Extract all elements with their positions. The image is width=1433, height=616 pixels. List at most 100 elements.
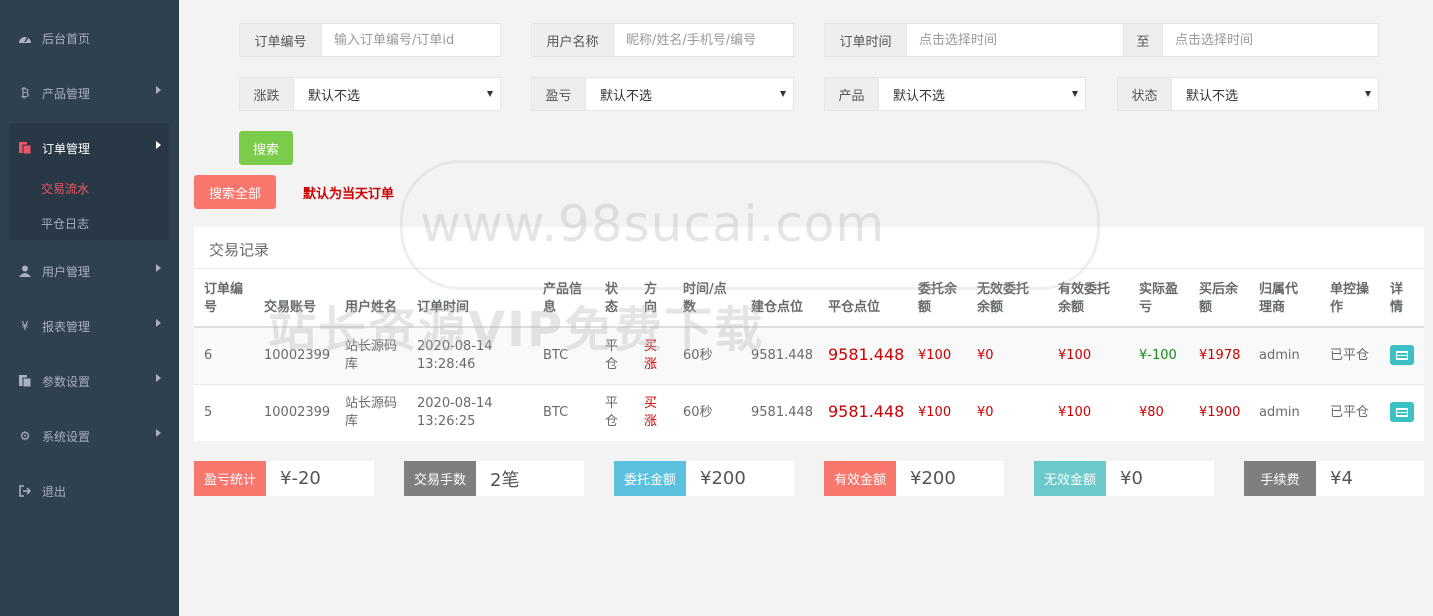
sidebar: 后台首页 ₿ 产品管理 订单管理 交易流水 平仓日志 用户管理 ¥ 报表管理 参… [0, 0, 179, 616]
stat-entrust-amount: 委托金额 ¥200 [614, 461, 794, 496]
stat-profit-loss: 盈亏统计 ¥-20 [194, 461, 374, 496]
stat-label: 交易手数 [404, 461, 476, 496]
sidebar-item-label: 后台首页 [42, 31, 91, 46]
th-pnl: 实际盈亏 [1139, 282, 1179, 315]
cell-entrust: ¥100 [918, 348, 952, 363]
cell-order-clock: 13:28:46 [417, 357, 476, 372]
sidebar-item-system[interactable]: ⚙ 系统设置 [0, 416, 179, 456]
order-time-filter: 订单时间 至 [824, 23, 1379, 57]
detail-button[interactable] [1390, 402, 1414, 422]
status-filter: 状态 默认不选 [1117, 77, 1379, 111]
product-label: 产品 [825, 78, 879, 110]
cell-pnl: ¥80 [1139, 405, 1164, 420]
search-button[interactable]: 搜索 [239, 131, 293, 165]
yen-icon: ¥ [21, 319, 29, 333]
cell-user-name: 站长源码库 [345, 339, 398, 372]
cell-duration: 60秒 [683, 405, 713, 420]
cell-order-clock: 13:26:25 [417, 414, 476, 429]
stat-value: ¥0 [1120, 468, 1143, 489]
cell-order-no: 6 [204, 348, 213, 363]
cell-order-date: 2020-08-14 [417, 339, 493, 354]
th-account: 交易账号 [264, 300, 317, 315]
user-name-input[interactable] [614, 24, 793, 56]
cell-open-price: 9581.448 [751, 348, 814, 363]
default-today-hint: 默认为当天订单 [303, 187, 395, 202]
sidebar-item-params[interactable]: 参数设置 [0, 361, 179, 401]
cell-status: 平仓 [605, 396, 619, 429]
cell-direction: 买涨 [644, 396, 658, 429]
chevron-right-icon [156, 319, 161, 327]
stat-label: 盈亏统计 [194, 461, 266, 496]
cell-order-date: 2020-08-14 [417, 396, 493, 411]
divider [194, 268, 1424, 269]
profit-loss-select[interactable]: 默认不选 [586, 78, 793, 110]
cell-entrust: ¥100 [918, 405, 952, 420]
sidebar-subitem-trade-flow[interactable]: 交易流水 [41, 180, 89, 197]
cell-close-price: 9581.448 [828, 402, 905, 421]
cell-order-no: 5 [204, 405, 213, 420]
cell-direction: 买涨 [644, 339, 658, 372]
product-select[interactable]: 默认不选 [879, 78, 1085, 110]
cell-invalid-entrust: ¥0 [977, 405, 994, 420]
cell-balance: ¥1978 [1199, 348, 1241, 363]
order-time-to-label: 至 [1123, 24, 1163, 56]
status-selected: 默认不选 [1186, 88, 1239, 104]
cell-operation: 已平仓 [1330, 405, 1370, 420]
th-operation: 单控操作 [1330, 282, 1370, 315]
status-select[interactable]: 默认不选 [1172, 78, 1378, 110]
cell-product: BTC [543, 348, 569, 363]
stat-label: 无效金额 [1034, 461, 1106, 496]
cell-user-name: 站长源码库 [345, 396, 398, 429]
stat-valid-amount: 有效金额 ¥200 [824, 461, 1004, 496]
chevron-right-icon [156, 141, 161, 149]
stat-value: ¥200 [700, 468, 746, 489]
cell-status: 平仓 [605, 339, 619, 372]
stat-invalid-amount: 无效金额 ¥0 [1034, 461, 1214, 496]
sidebar-item-label: 退出 [42, 484, 67, 499]
sidebar-item-logout[interactable]: 退出 [0, 471, 179, 511]
sidebar-item-label: 系统设置 [42, 429, 91, 444]
th-order-no: 订单编号 [204, 282, 244, 315]
chevron-right-icon [156, 429, 161, 437]
user-icon [18, 264, 32, 278]
th-duration: 时间/点数 [683, 282, 727, 315]
th-entrust: 委托余额 [918, 282, 958, 315]
cell-product: BTC [543, 405, 569, 420]
status-label: 状态 [1118, 78, 1172, 110]
caret-down-icon [1365, 91, 1371, 97]
sidebar-item-home[interactable]: 后台首页 [0, 18, 179, 58]
rise-fall-selected: 默认不选 [308, 88, 361, 104]
th-balance: 买后余额 [1199, 282, 1239, 315]
chevron-right-icon [156, 374, 161, 382]
orders-icon [18, 141, 32, 155]
sidebar-item-reports[interactable]: ¥ 报表管理 [0, 306, 179, 346]
detail-button[interactable] [1390, 345, 1414, 365]
caret-down-icon [487, 91, 493, 97]
cell-agent: admin [1259, 405, 1300, 420]
cell-valid-entrust: ¥100 [1058, 405, 1092, 420]
cell-balance: ¥1900 [1199, 405, 1241, 420]
gears-icon: ⚙ [19, 429, 31, 443]
order-time-start-input[interactable] [907, 24, 1123, 56]
caret-down-icon [1072, 91, 1078, 97]
rise-fall-filter: 涨跌 默认不选 [239, 77, 501, 111]
th-user-name: 用户姓名 [345, 300, 398, 315]
order-no-input[interactable] [322, 24, 500, 56]
sidebar-item-label: 参数设置 [42, 374, 91, 389]
th-agent: 归属代理商 [1259, 282, 1299, 315]
search-all-button[interactable]: 搜索全部 [194, 175, 276, 209]
chevron-right-icon [156, 86, 161, 94]
sidebar-subitem-close-log[interactable]: 平仓日志 [41, 215, 89, 232]
sidebar-item-orders[interactable]: 订单管理 [0, 128, 179, 168]
order-time-end-input[interactable] [1163, 24, 1378, 56]
sidebar-item-users[interactable]: 用户管理 [0, 251, 179, 291]
product-filter: 产品 默认不选 [824, 77, 1086, 111]
rise-fall-select[interactable]: 默认不选 [294, 78, 500, 110]
sidebar-item-products[interactable]: ₿ 产品管理 [0, 73, 179, 113]
user-name-label: 用户名称 [532, 24, 614, 56]
user-name-filter: 用户名称 [531, 23, 794, 57]
th-detail: 详情 [1390, 282, 1404, 315]
cell-agent: admin [1259, 348, 1300, 363]
th-direction: 方向 [644, 282, 658, 315]
profit-loss-selected: 默认不选 [600, 88, 653, 104]
